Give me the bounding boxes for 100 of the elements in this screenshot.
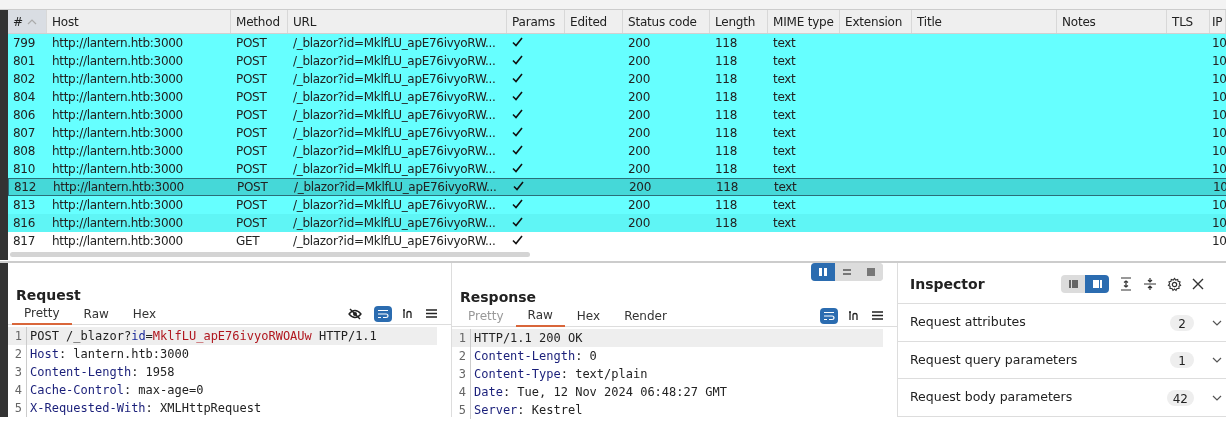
table-cell: 10 bbox=[1212, 198, 1226, 212]
table-cell: text bbox=[773, 90, 796, 104]
inspector-section[interactable]: Request attributes 2 bbox=[898, 304, 1226, 342]
table-cell: /_blazor?id=MklfLU_apE76ivyoRW... bbox=[293, 72, 496, 86]
table-cell: 812 bbox=[14, 180, 36, 194]
table-cell: GET bbox=[236, 234, 260, 248]
table-row[interactable]: 816 http://lantern.htb:3000 POST /_blazor?id=MklfLU_apE76ivyoRW... 200 118 text 10 bbox=[8, 214, 1226, 232]
tab[interactable]: Hex bbox=[120, 302, 169, 325]
table-cell: 801 bbox=[13, 54, 35, 68]
tab[interactable]: Pretty bbox=[12, 302, 72, 325]
layout-columns-button[interactable] bbox=[811, 263, 835, 281]
line-number: 3 bbox=[457, 366, 467, 383]
line-number: 5 bbox=[457, 402, 467, 419]
chevron-down-icon[interactable] bbox=[1212, 319, 1222, 326]
table-row[interactable]: 799 http://lantern.htb:3000 POST /_blazor?id=MklfLU_apE76ivyoRW... 200 118 text 10 bbox=[8, 34, 1226, 52]
table-cell: 200 bbox=[628, 108, 650, 122]
table-row[interactable]: 808 http://lantern.htb:3000 POST /_blazor?id=MklfLU_apE76ivyoRW... 200 118 text 10 bbox=[8, 142, 1226, 160]
newline-icon[interactable] bbox=[402, 308, 414, 319]
table-cell: 118 bbox=[715, 36, 737, 50]
table-cell: 200 bbox=[628, 72, 650, 86]
table-row[interactable]: 804 http://lantern.htb:3000 POST /_blazor?id=MklfLU_apE76ivyoRW... 200 118 text 10 bbox=[8, 88, 1226, 106]
table-cell: POST bbox=[236, 198, 267, 212]
table-row[interactable]: 813 http://lantern.htb:3000 POST /_blazor?id=MklfLU_apE76ivyoRW... 200 118 text 10 bbox=[8, 196, 1226, 214]
code-line: Date: Tue, 12 Nov 2024 06:48:27 GMT bbox=[470, 383, 727, 401]
line-number: 2 bbox=[13, 346, 23, 363]
tab[interactable]: Render bbox=[612, 304, 679, 327]
table-cell: 200 bbox=[628, 90, 650, 104]
table-cell: http://lantern.htb:3000 bbox=[52, 72, 183, 86]
table-cell: text bbox=[774, 180, 797, 194]
line-number: 1 bbox=[13, 328, 23, 345]
code-line: Content-Length: 1958 bbox=[26, 363, 175, 381]
table-cell: http://lantern.htb:3000 bbox=[52, 54, 183, 68]
table-cell: 799 bbox=[13, 36, 35, 50]
chevron-down-icon[interactable] bbox=[1212, 357, 1222, 364]
table-row[interactable]: 807 http://lantern.htb:3000 POST /_blazor?id=MklfLU_apE76ivyoRW... 200 118 text 10 bbox=[8, 124, 1226, 142]
inspector-section[interactable]: Request query parameters 1 bbox=[898, 342, 1226, 380]
layout-right-button[interactable] bbox=[1085, 275, 1109, 294]
table-cell: /_blazor?id=MklfLU_apE76ivyoRW... bbox=[293, 126, 496, 140]
layout-left-button[interactable] bbox=[1061, 275, 1085, 294]
table-cell: 802 bbox=[13, 72, 35, 86]
panel-left-icon bbox=[1067, 279, 1079, 290]
column-header[interactable]: IP bbox=[1210, 10, 1226, 33]
chevron-down-icon[interactable] bbox=[1212, 394, 1222, 401]
count-badge: 42 bbox=[1166, 389, 1194, 406]
newline-icon[interactable] bbox=[848, 310, 860, 321]
menu-icon[interactable] bbox=[426, 309, 437, 318]
word-wrap-button[interactable] bbox=[820, 307, 838, 324]
count-badge: 1 bbox=[1170, 352, 1194, 369]
table-cell: text bbox=[773, 198, 796, 212]
table-cell: text bbox=[773, 54, 796, 68]
settings-icon[interactable] bbox=[1167, 276, 1182, 292]
table-row[interactable]: 812 http://lantern.htb:3000 POST /_blazor?id=MklfLU_apE76ivyoRW... 200 118 text 10 bbox=[8, 178, 1226, 196]
close-icon[interactable] bbox=[1192, 278, 1204, 291]
tab[interactable]: Raw bbox=[71, 302, 121, 325]
table-row[interactable]: 801 http://lantern.htb:3000 POST /_blazor?id=MklfLU_apE76ivyoRW... 200 118 text 10 bbox=[8, 52, 1226, 70]
table-row[interactable]: 810 http://lantern.htb:3000 POST /_blazor?id=MklfLU_apE76ivyoRW... 200 118 text 10 bbox=[8, 160, 1226, 178]
table-cell: 808 bbox=[13, 144, 35, 158]
table-cell: /_blazor?id=MklfLU_apE76ivyoRW... bbox=[293, 216, 496, 230]
table-cell: 200 bbox=[628, 54, 650, 68]
expand-icon[interactable] bbox=[1119, 277, 1133, 292]
panel-title: Inspector bbox=[910, 274, 986, 294]
table-cell: http://lantern.htb:3000 bbox=[52, 90, 183, 104]
rows-layout-icon bbox=[842, 267, 852, 277]
table-cell: 200 bbox=[628, 198, 650, 212]
word-wrap-button[interactable] bbox=[374, 305, 392, 322]
code-line: Cache-Control: max-age=0 bbox=[26, 381, 204, 399]
tab[interactable]: Raw bbox=[515, 304, 565, 327]
table-row[interactable]: 806 http://lantern.htb:3000 POST /_blazor?id=MklfLU_apE76ivyoRW... 200 118 text 10 bbox=[8, 106, 1226, 124]
table-cell: 810 bbox=[13, 162, 35, 176]
table-cell: 118 bbox=[715, 72, 737, 86]
table-row[interactable]: 802 http://lantern.htb:3000 POST /_blazor?id=MklfLU_apE76ivyoRW... 200 118 text 10 bbox=[8, 70, 1226, 88]
collapse-icon[interactable] bbox=[1143, 277, 1157, 292]
table-cell: POST bbox=[237, 180, 268, 194]
table-cell: 10 bbox=[1212, 144, 1226, 158]
menu-icon[interactable] bbox=[872, 311, 883, 320]
table-cell: 118 bbox=[715, 198, 737, 212]
tab[interactable]: Hex bbox=[564, 304, 613, 327]
table-cell: 200 bbox=[628, 36, 650, 50]
horizontal-scrollbar[interactable] bbox=[10, 252, 530, 257]
table-cell: 10 bbox=[1212, 234, 1226, 248]
table-cell: 118 bbox=[715, 54, 737, 68]
table-cell: text bbox=[773, 144, 796, 158]
line-number: 3 bbox=[13, 364, 23, 381]
panel-right-icon bbox=[1091, 279, 1103, 290]
hidden-eye-icon[interactable] bbox=[348, 307, 362, 320]
table-cell: 200 bbox=[628, 144, 650, 158]
code-line: Server: Kestrel bbox=[470, 401, 583, 419]
wrap-icon bbox=[823, 310, 835, 321]
code-line: POST /_blazor?id=MklfLU_apE76ivyoRWOAUw HTTP/1.1 bbox=[26, 327, 377, 345]
table-cell: http://lantern.htb:3000 bbox=[52, 216, 183, 230]
table-cell: /_blazor?id=MklfLU_apE76ivyoRW... bbox=[293, 108, 496, 122]
inspector-section[interactable]: Request body parameters 42 bbox=[898, 379, 1226, 417]
panel-title: Response bbox=[459, 288, 538, 305]
table-cell: 10 bbox=[1212, 36, 1226, 50]
table-cell: /_blazor?id=MklfLU_apE76ivyoRW... bbox=[293, 36, 496, 50]
table-cell: POST bbox=[236, 144, 267, 158]
table-cell: 118 bbox=[715, 126, 737, 140]
table-cell: 118 bbox=[715, 162, 737, 176]
table-cell: 816 bbox=[13, 216, 35, 230]
column-header[interactable]: # bbox=[8, 10, 47, 33]
